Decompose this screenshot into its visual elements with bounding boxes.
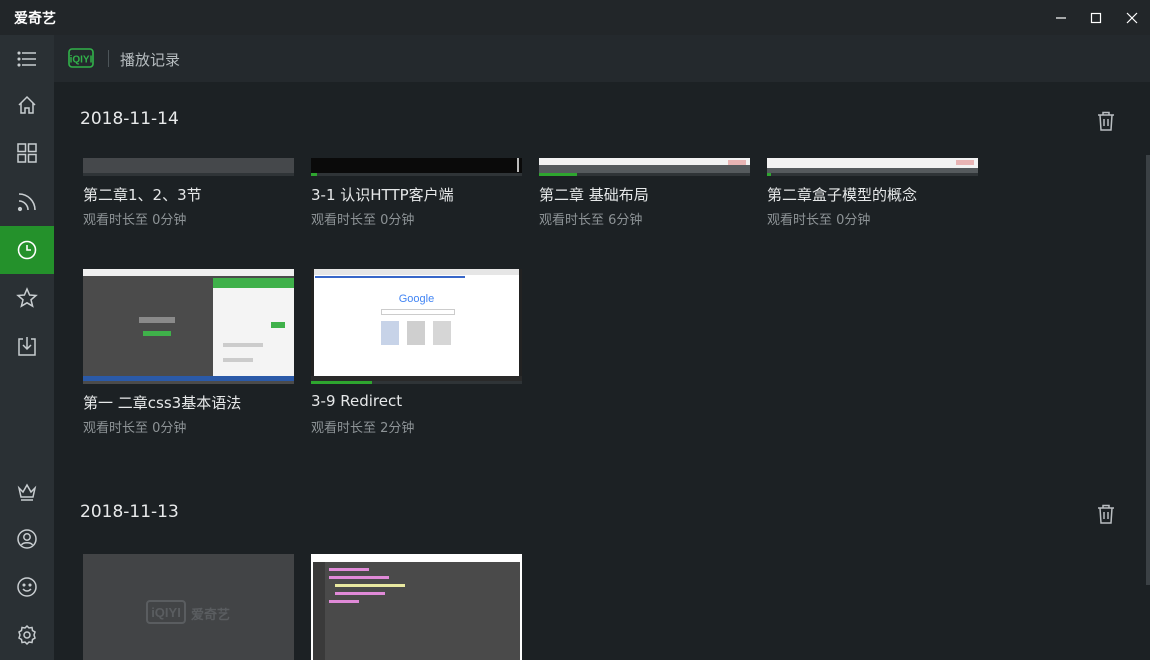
section-date: 2018-11-14 [80, 109, 179, 129]
watch-duration: 观看时长至 0分钟 [311, 213, 415, 228]
maximize-button[interactable] [1083, 5, 1109, 31]
video-title[interactable]: 第二章1、2、3节 [83, 184, 202, 205]
thumbnail-detail [956, 160, 974, 165]
close-icon [1126, 12, 1138, 24]
watch-duration: 观看时长至 6分钟 [539, 213, 643, 228]
sidebar-item-settings[interactable] [0, 611, 54, 659]
sidebar-item-downloads[interactable] [0, 322, 54, 370]
sidebar-item-favorites[interactable] [0, 274, 54, 322]
progress-bar [767, 173, 978, 176]
thumbnail-detail [139, 317, 175, 323]
progress-fill [311, 381, 373, 384]
trash-icon [1098, 111, 1114, 131]
progress-bar [311, 173, 522, 176]
crown-icon [17, 483, 37, 501]
sidebar-item-home[interactable] [0, 81, 54, 129]
video-title[interactable]: 3-9 Redirect [311, 392, 402, 410]
sidebar-item-vip[interactable] [0, 467, 54, 515]
thumbnail-detail [381, 309, 455, 315]
menu-icon [17, 51, 36, 67]
iqiyi-placeholder-logo: iQIYI [146, 600, 186, 624]
close-button[interactable] [1119, 5, 1145, 31]
thumbnail-detail [213, 278, 294, 378]
sidebar-item-feedback[interactable] [0, 563, 54, 611]
svg-text:iQIYI: iQIYI [151, 605, 181, 620]
thumbnail-detail [83, 376, 294, 381]
section-date: 2018-11-13 [80, 502, 179, 522]
title-bar: 爱奇艺 [0, 0, 1150, 35]
video-thumbnail[interactable] [83, 269, 294, 384]
thumbnail-detail [83, 269, 294, 276]
progress-bar [311, 381, 522, 384]
google-logo-text: Google [398, 293, 435, 305]
rss-icon [17, 193, 36, 212]
minimize-icon [1056, 17, 1066, 19]
smile-icon [17, 577, 37, 597]
thumbnail-detail [517, 158, 519, 172]
progress-bar [539, 173, 750, 176]
thumbnail-detail [433, 321, 451, 345]
video-title[interactable]: 第一 二章css3基本语法 [83, 392, 241, 413]
star-icon [16, 287, 38, 308]
watch-duration: 观看时长至 0分钟 [83, 421, 187, 436]
history-content: 2018-11-14 第二章1、2、3节 观看时长至 0分钟 3-1 认识HTT… [54, 82, 1150, 660]
header-divider [108, 50, 109, 67]
video-thumbnail[interactable]: iQIYI 爱奇艺 [83, 554, 294, 660]
thumbnail-detail [311, 269, 314, 381]
sidebar-item-history[interactable] [0, 226, 54, 274]
sidebar-item-categories[interactable] [0, 129, 54, 177]
thumbnail-detail [728, 160, 746, 165]
maximize-icon [1090, 12, 1102, 24]
watch-duration: 观看时长至 0分钟 [767, 213, 871, 228]
placeholder-watermark: 爱奇艺 [191, 608, 231, 623]
home-icon [18, 95, 36, 114]
sidebar-item-account[interactable] [0, 515, 54, 563]
video-thumbnail[interactable] [539, 158, 750, 176]
progress-fill [539, 173, 577, 176]
thumbnail-detail [311, 269, 522, 275]
video-thumbnail[interactable] [311, 554, 522, 660]
header-bar: iQIYI 播放记录 [54, 35, 1150, 82]
trash-icon [1098, 504, 1114, 524]
progress-fill [767, 173, 772, 176]
page-title: 播放记录 [120, 51, 181, 69]
progress-fill [311, 173, 318, 176]
sidebar [0, 35, 54, 660]
video-thumbnail[interactable] [311, 158, 522, 176]
thumbnail-detail [539, 165, 750, 173]
thumbnail-detail [519, 269, 522, 381]
watch-duration: 观看时长至 0分钟 [83, 213, 187, 228]
thumbnail-detail [143, 331, 171, 336]
video-thumbnail[interactable] [83, 158, 294, 176]
scrollbar[interactable] [1146, 155, 1150, 585]
thumbnail-detail [407, 321, 425, 345]
thumbnail-detail [315, 276, 465, 278]
video-title[interactable]: 3-1 认识HTTP客户端 [311, 184, 454, 205]
video-thumbnail[interactable] [767, 158, 978, 176]
svg-text:iQIYI: iQIYI [70, 55, 93, 66]
video-title[interactable]: 第二章盒子模型的概念 [767, 184, 917, 205]
sidebar-item-menu[interactable] [0, 35, 54, 83]
user-icon [17, 529, 37, 549]
iqiyi-logo: iQIYI [68, 48, 94, 68]
gear-icon [18, 624, 36, 646]
sidebar-item-subscriptions[interactable] [0, 178, 54, 226]
watch-duration: 观看时长至 2分钟 [311, 421, 415, 436]
download-icon [18, 337, 36, 356]
clear-section-button[interactable] [1096, 503, 1116, 525]
minimize-button[interactable] [1048, 5, 1074, 31]
clear-section-button[interactable] [1096, 110, 1116, 132]
video-thumbnail[interactable]: Google [311, 269, 522, 384]
video-title[interactable]: 第二章 基础布局 [539, 184, 649, 205]
app-title: 爱奇艺 [14, 11, 56, 27]
progress-bar [83, 173, 294, 176]
thumbnail-detail [313, 562, 520, 660]
clock-icon [17, 240, 37, 260]
grid-icon [17, 143, 37, 163]
thumbnail-detail [381, 321, 399, 345]
